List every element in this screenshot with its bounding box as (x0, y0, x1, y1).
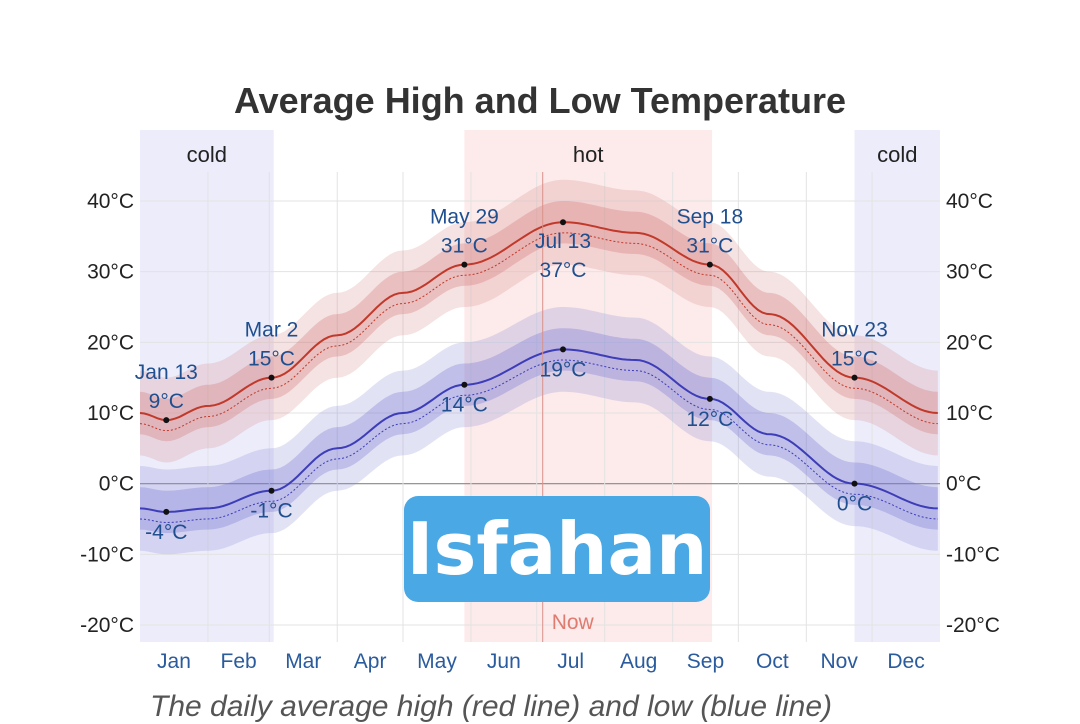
annotation-temp: 0°C (837, 493, 872, 516)
annotation-dot (851, 480, 858, 487)
annotation-dot (268, 487, 275, 494)
annotation-date: Nov 23 (821, 319, 888, 342)
ytick-left: 0°C (99, 473, 134, 496)
annotation-dot (461, 381, 468, 388)
now-label: Now (552, 611, 595, 634)
annotation-date: Mar 2 (245, 319, 299, 342)
ytick-right: -20°C (946, 614, 1000, 637)
month-label: Apr (354, 650, 387, 673)
annotation-dot (560, 346, 567, 353)
city-logo: Isfahan (404, 496, 710, 602)
annotation-temp: -1°C (250, 500, 292, 523)
annotation-temp: 14°C (441, 394, 488, 417)
annotation-temp: 37°C (540, 259, 587, 282)
annotation-temp: 15°C (831, 348, 878, 371)
annotation-dot (706, 395, 713, 402)
month-label: Sep (687, 650, 724, 673)
month-label: Nov (820, 650, 858, 673)
month-label: Jul (557, 650, 584, 673)
annotation-date: Sep 18 (677, 206, 744, 229)
ytick-left: 10°C (87, 402, 134, 425)
ytick-right: -10°C (946, 543, 1000, 566)
month-label: Jun (487, 650, 521, 673)
ytick-right: 10°C (946, 402, 993, 425)
ytick-left: 30°C (87, 261, 134, 284)
annotation-temp: 19°C (540, 358, 587, 381)
annotation-dot (560, 219, 567, 226)
month-label: May (417, 650, 457, 673)
chart-caption: The daily average high (red line) and lo… (150, 690, 833, 723)
season-label-cold-0: cold (187, 142, 227, 167)
annotation-dot (163, 508, 170, 515)
ytick-left: 20°C (87, 331, 134, 354)
annotation-dot (851, 374, 858, 381)
ytick-right: 30°C (946, 261, 993, 284)
ytick-right: 20°C (946, 331, 993, 354)
month-label: Jan (157, 650, 191, 673)
annotation-temp: 31°C (441, 235, 488, 258)
month-label: Oct (756, 650, 789, 673)
annotation-date: Jul 13 (535, 230, 591, 253)
month-label: Feb (221, 650, 257, 673)
ytick-left: -20°C (80, 614, 134, 637)
season-label-hot-1: hot (573, 142, 604, 167)
season-label-cold-2: cold (877, 142, 917, 167)
annotation-dot (268, 374, 275, 381)
annotation-dot (461, 261, 468, 268)
ytick-right: 0°C (946, 473, 981, 496)
annotation-temp: 15°C (248, 348, 295, 371)
annotation-date: Jan 13 (135, 361, 198, 384)
ytick-right: 40°C (946, 190, 993, 213)
ytick-left: 40°C (87, 190, 134, 213)
annotation-temp: 12°C (686, 408, 733, 431)
annotation-dot (706, 261, 713, 268)
annotation-temp: -4°C (145, 521, 187, 544)
month-label: Dec (887, 650, 924, 673)
month-label: Mar (285, 650, 321, 673)
annotation-temp: 9°C (149, 390, 184, 413)
month-label: Aug (620, 650, 657, 673)
ytick-left: -10°C (80, 543, 134, 566)
annotation-dot (163, 417, 170, 424)
annotation-date: May 29 (430, 206, 499, 229)
annotation-temp: 31°C (686, 235, 733, 258)
